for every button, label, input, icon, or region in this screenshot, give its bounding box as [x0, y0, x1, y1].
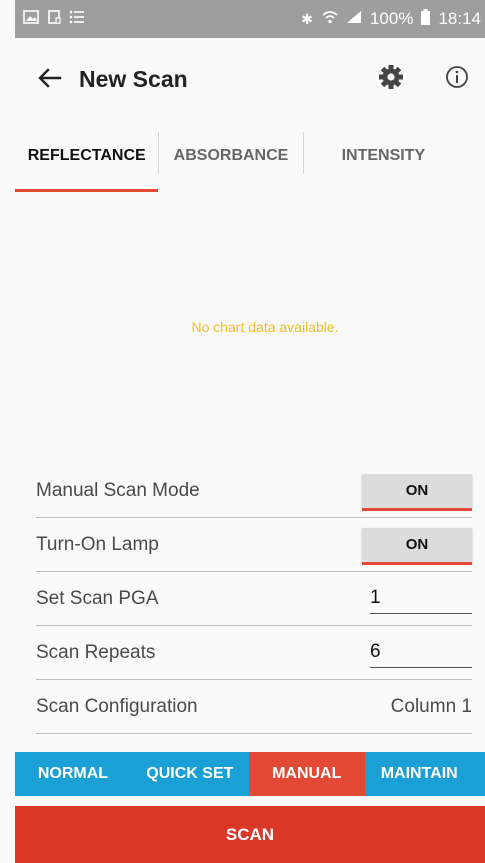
back-button[interactable]	[25, 54, 75, 104]
info-icon	[445, 65, 469, 94]
gear-icon	[378, 64, 404, 95]
mode-manual-button[interactable]: MANUAL	[248, 752, 365, 796]
mode-maintain-button[interactable]: MAINTAIN	[365, 752, 485, 796]
scan-pga-input[interactable]	[370, 583, 472, 614]
manual-scan-mode-toggle[interactable]: ON	[362, 473, 472, 511]
turn-on-lamp-toggle[interactable]: ON	[362, 527, 472, 565]
setting-label: Scan Repeats	[36, 641, 156, 663]
battery-icon	[421, 8, 431, 30]
setting-row-scan-configuration[interactable]: Scan Configuration Column 1	[36, 680, 472, 734]
status-right-icons: ✱ 100% 18:14	[301, 8, 481, 30]
chart-area: No chart data available.	[15, 192, 485, 462]
image-icon	[23, 9, 39, 29]
setting-row-manual-scan-mode: Manual Scan Mode ON	[36, 464, 472, 518]
settings-button[interactable]	[369, 57, 413, 101]
list-icon	[69, 9, 85, 29]
mode-bar: NORMAL QUICK SET MANUAL MAINTAIN	[15, 752, 485, 796]
setting-row-scan-pga: Set Scan PGA	[36, 572, 472, 626]
scan-configuration-value[interactable]: Column 1	[391, 696, 472, 718]
tab-reflectance[interactable]: REFLECTANCE	[15, 120, 159, 192]
tab-absorbance[interactable]: ABSORBANCE	[159, 120, 302, 192]
battery-percent: 100%	[369, 9, 414, 28]
status-left-icons	[23, 9, 85, 30]
tab-label: ABSORBANCE	[173, 147, 289, 164]
empty-chart-message: No chart data available.	[191, 319, 339, 335]
tab-label: INTENSITY	[341, 147, 426, 164]
scan-settings: Manual Scan Mode ON Turn-On Lamp ON Set …	[36, 464, 472, 734]
page-title: New Scan	[79, 65, 188, 92]
setting-row-scan-repeats: Scan Repeats	[36, 626, 472, 680]
scan-repeats-input[interactable]	[370, 637, 472, 668]
tab-intensity[interactable]: INTENSITY	[304, 120, 485, 192]
info-button[interactable]	[435, 57, 479, 101]
mode-normal-button[interactable]: NORMAL	[15, 752, 131, 796]
scan-button[interactable]: SCAN	[15, 806, 485, 863]
tab-bar: REFLECTANCE ABSORBANCE INTENSITY	[15, 120, 485, 192]
wifi-icon	[322, 9, 338, 29]
mode-quick-set-button[interactable]: QUICK SET	[131, 752, 249, 796]
signal-icon	[346, 9, 362, 29]
setting-label: Turn-On Lamp	[36, 533, 159, 555]
setting-label: Scan Configuration	[36, 695, 198, 717]
setting-row-turn-on-lamp: Turn-On Lamp ON	[36, 518, 472, 572]
setting-label: Set Scan PGA	[36, 587, 159, 609]
notification-icon	[47, 9, 61, 30]
status-bar: ✱ 100% 18:14	[15, 0, 485, 38]
setting-label: Manual Scan Mode	[36, 479, 200, 501]
clock: 18:14	[438, 9, 481, 28]
bluetooth-icon: ✱	[301, 10, 314, 27]
tab-label: REFLECTANCE	[27, 147, 146, 164]
app-bar: New Scan	[15, 38, 485, 120]
arrow-back-icon	[38, 63, 62, 95]
